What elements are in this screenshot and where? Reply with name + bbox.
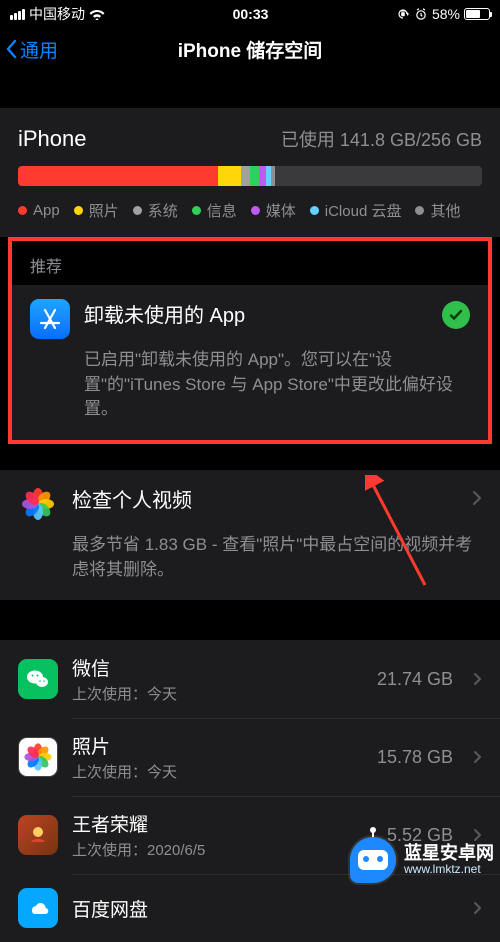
baidupan-icon [18,888,58,928]
legend-item: 照片 [74,200,119,221]
app-row[interactable]: 微信上次使用：今天 21.74 GB [0,640,500,718]
legend-label: 系统 [148,200,178,221]
app-name: 百度网盘 [72,895,459,922]
page-title: iPhone 储存空间 [178,36,323,63]
nav-bar: 通用 iPhone 储存空间 [0,26,500,72]
legend-item: 其他 [415,200,460,221]
chevron-right-icon [473,750,482,764]
back-label: 通用 [20,36,58,63]
legend-label: 信息 [207,200,237,221]
storage-bar-segment [241,166,250,186]
orientation-lock-icon [396,7,410,21]
app-size: 15.78 GB [377,747,453,768]
legend-dot-icon [133,206,142,215]
legend-item: 信息 [192,200,237,221]
app-last-used: 上次使用：今天 [72,683,363,704]
legend-dot-icon [310,206,319,215]
clock: 00:33 [233,6,269,22]
app-row[interactable]: 百度网盘 [0,874,500,942]
offload-desc: 已启用"卸载未使用的 App"。您可以在"设置"的"iTunes Store 与… [84,348,470,422]
storage-bar-segment [259,166,266,186]
legend-item: App [18,200,60,221]
app-name: 照片 [72,732,363,759]
legend-dot-icon [251,206,260,215]
status-bar: 中国移动 00:33 58% [0,0,500,26]
storage-bar-segment [218,166,241,186]
watermark-logo-icon [350,837,396,883]
review-video-desc: 最多节省 1.83 GB - 查看"照片"中最占空间的视频并考虑将其删除。 [72,533,482,582]
app-row[interactable]: 照片上次使用：今天 15.78 GB [0,718,500,796]
legend-item: 系统 [133,200,178,221]
legend-dot-icon [192,206,201,215]
signal-icon [10,9,25,20]
storage-bar-segment [18,166,218,186]
storage-bar [18,166,482,186]
legend-dot-icon [415,206,424,215]
apps-list: 微信上次使用：今天21.74 GB照片上次使用：今天15.78 GB王者荣耀上次… [0,640,500,942]
legend-item: 媒体 [251,200,296,221]
storage-bar-segment [271,166,276,186]
storage-summary: iPhone 已使用 141.8 GB/256 GB App 照片 系统 信息 媒体 iC… [0,108,500,237]
legend-label: iCloud 云盘 [325,200,402,221]
legend-label: 照片 [89,200,119,221]
carrier-label: 中国移动 [29,4,85,24]
legend-label: 其他 [430,200,460,221]
watermark: 蓝星安卓网 www.lmktz.net [350,837,494,883]
appstore-icon [30,299,70,339]
chevron-right-icon [473,672,482,686]
legend-label: 媒体 [266,200,296,221]
alarm-icon [414,7,428,21]
photos-icon [18,484,58,524]
chevron-right-icon [473,901,482,915]
highlight-annotation: 推荐 卸载未使用的 App 已启用"卸载未使用的 App"。您可以在"设置"的"… [8,237,492,444]
app-last-used: 上次使用：今天 [72,761,363,782]
battery-icon [464,8,490,20]
wzry-icon [18,815,58,855]
watermark-title: 蓝星安卓网 [404,844,494,864]
review-video-title: 检查个人视频 [72,484,482,513]
legend-dot-icon [74,206,83,215]
wifi-icon [89,8,105,20]
app-last-used: 上次使用：2020/6/5 [72,839,373,860]
recommend-header: 推荐 [12,241,488,285]
legend-item: iCloud 云盘 [310,200,402,221]
watermark-url: www.lmktz.net [404,863,494,876]
photos-icon [18,737,58,777]
back-button[interactable]: 通用 [6,26,58,72]
storage-bar-segment [250,166,259,186]
storage-legend: App 照片 系统 信息 媒体 iCloud 云盘 其他 [18,200,482,221]
device-label: iPhone [18,126,87,152]
recommend-review-video[interactable]: 检查个人视频 最多节省 1.83 GB - 查看"照片"中最占空间的视频并考虑将… [0,470,500,600]
chevron-right-icon [472,490,482,506]
wechat-icon [18,659,58,699]
storage-used-text: 已使用 141.8 GB/256 GB [281,126,482,152]
app-name: 王者荣耀 [72,810,373,837]
recommend-offload[interactable]: 卸载未使用的 App 已启用"卸载未使用的 App"。您可以在"设置"的"iTu… [12,285,488,440]
legend-dot-icon [18,206,27,215]
battery-pct: 58% [432,6,460,22]
enabled-check-icon [442,301,470,329]
app-size: 21.74 GB [377,669,453,690]
app-name: 微信 [72,654,363,681]
offload-title: 卸载未使用的 App [84,299,470,328]
legend-label: App [33,202,60,219]
